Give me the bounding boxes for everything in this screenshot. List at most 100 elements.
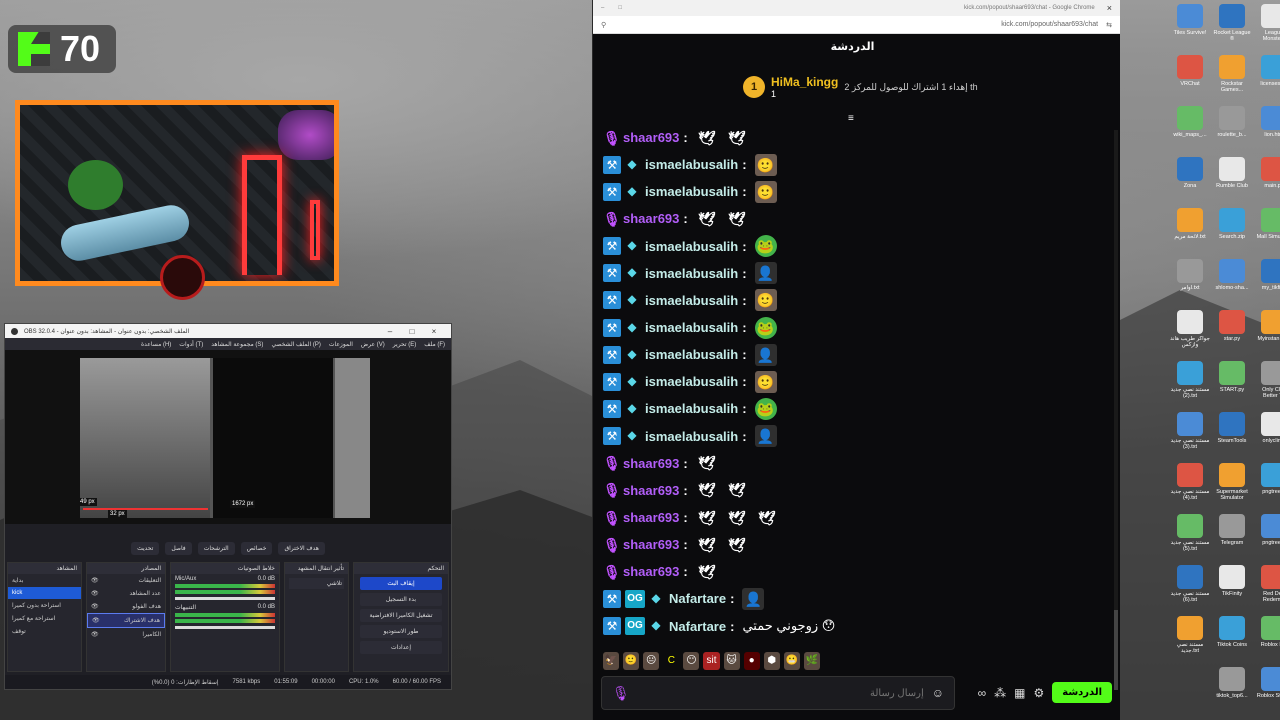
desktop-icon[interactable]: مستند نصي جديد (6).txt: [1170, 565, 1210, 604]
chat-username[interactable]: ismaelabusalih: [645, 157, 738, 172]
gift-icon[interactable]: ▦: [1014, 686, 1025, 700]
settings-button[interactable]: إعدادات: [360, 641, 442, 654]
send-button[interactable]: الدردشة: [1052, 682, 1112, 703]
volume-slider[interactable]: [175, 626, 275, 629]
eye-icon[interactable]: 👁: [91, 631, 99, 638]
emote-icon[interactable]: 🦅: [603, 652, 620, 670]
volume-slider[interactable]: [175, 597, 275, 600]
chat-username[interactable]: ismaelabusalih: [645, 429, 738, 444]
emote-icon[interactable]: ⬢: [763, 652, 780, 670]
source-item[interactable]: 👁 الكاميرا: [87, 628, 165, 641]
emote-icon[interactable]: 🌿: [803, 652, 821, 670]
desktop-icon[interactable]: pngtree-n: [1254, 514, 1280, 546]
goal-button[interactable]: هدف الاختراق: [278, 541, 325, 555]
desktop-icon[interactable]: lion.htm: [1254, 106, 1280, 138]
desktop-icon[interactable]: مستند نصي جديد (4).txt: [1170, 463, 1210, 502]
desktop-icon[interactable]: جواكر طريب هاند وازكس: [1170, 310, 1210, 349]
desktop-icon[interactable]: START.py: [1212, 361, 1252, 393]
emote-face-icon[interactable]: 🙂: [754, 180, 777, 203]
emote-icon[interactable]: 😐: [643, 652, 660, 670]
emote-frog-icon[interactable]: 🐸: [754, 235, 777, 258]
scene-item-selected[interactable]: kick: [8, 587, 81, 599]
emote-icon[interactable]: 😶: [683, 652, 700, 670]
menu-file[interactable]: ملف (F): [424, 341, 445, 348]
chat-composer[interactable]: 🎙 ☺: [601, 676, 955, 710]
desktop-icon[interactable]: Mall Simulator: [1254, 208, 1280, 240]
preview-canvas[interactable]: 49 px 32 px 1672 px: [78, 358, 370, 518]
menu-scene-collection[interactable]: مجموعة المشاهد (S): [211, 341, 263, 348]
chat-input[interactable]: [637, 687, 924, 699]
desktop-icon[interactable]: Rumble Club: [1212, 157, 1252, 189]
scene-item[interactable]: استراحة مع كميرا: [8, 612, 81, 625]
pinned-username[interactable]: HiMa_kingg: [771, 75, 838, 89]
desktop-icon[interactable]: مستند نصي جديد (3).txt: [1170, 412, 1210, 451]
chat-username[interactable]: ismaelabusalih: [645, 401, 738, 416]
separator-button[interactable]: فاصل: [165, 541, 192, 555]
emote-icon[interactable]: ●: [743, 652, 760, 670]
users-icon[interactable]: ⁂: [994, 686, 1006, 700]
emote-duck-icon[interactable]: 🕊: [696, 561, 718, 583]
menu-tools[interactable]: أدوات (T): [179, 341, 203, 348]
desktop-icon[interactable]: pngtree-d: [1254, 463, 1280, 495]
desktop-icon[interactable]: my_tikfinit: [1254, 259, 1280, 291]
chat-username[interactable]: ismaelabusalih: [645, 347, 738, 362]
emote-dark-icon[interactable]: 👤: [754, 262, 777, 285]
emote-duck-icon[interactable]: 🕊: [726, 507, 748, 529]
desktop-icon[interactable]: Myinstan App: [1254, 310, 1280, 342]
emoji-icon[interactable]: ☺: [932, 686, 944, 700]
chrome-titlebar[interactable]: – □ kick.com/popout/shaar693/chat - Goog…: [593, 0, 1120, 16]
minimize-icon[interactable]: –: [379, 327, 401, 336]
chat-username[interactable]: shaar693: [623, 564, 679, 579]
menu-help[interactable]: مساعدة (H): [141, 341, 171, 348]
desktop-icon[interactable]: main.py: [1254, 157, 1280, 189]
chat-username[interactable]: shaar693: [623, 456, 679, 471]
maximize-icon[interactable]: □: [401, 327, 423, 336]
chat-username[interactable]: Nafartare: [669, 619, 726, 634]
gear-icon[interactable]: ⚙: [1033, 686, 1044, 700]
desktop-icon[interactable]: Roblox Pla: [1254, 616, 1280, 648]
desktop-icon[interactable]: Rockstar Games...: [1212, 55, 1252, 94]
emote-duck-icon[interactable]: 🕊: [696, 452, 718, 474]
chat-username[interactable]: shaar693: [623, 537, 679, 552]
desktop-icon[interactable]: مستند نصي جديد (2).txt: [1170, 361, 1210, 400]
desktop-icon[interactable]: لائحة مريم.txt: [1170, 208, 1210, 240]
desktop-icon[interactable]: Rocket League ®: [1212, 4, 1252, 43]
collapse-icon[interactable]: ≡: [848, 113, 862, 124]
emote-duck-icon[interactable]: 🕊: [726, 534, 748, 556]
emote-icon[interactable]: 🐱: [723, 652, 740, 670]
emote-duck-icon[interactable]: 🕊: [696, 208, 718, 230]
menu-edit[interactable]: تحرير (E): [393, 341, 417, 348]
start-recording-button[interactable]: بدء التسجيل: [360, 593, 442, 606]
desktop-icon[interactable]: shlomo-sha...: [1212, 259, 1252, 291]
desktop-icon[interactable]: Roblox Studio: [1254, 667, 1280, 699]
close-icon[interactable]: ×: [1107, 3, 1112, 13]
eye-icon[interactable]: 👁: [91, 590, 99, 597]
chat-username[interactable]: shaar693: [623, 211, 679, 226]
emote-duck-icon[interactable]: 🕊: [696, 534, 718, 556]
emote-duck-icon[interactable]: 🕊: [696, 507, 718, 529]
desktop-icon[interactable]: League Monsters: [1254, 4, 1280, 43]
desktop-icon[interactable]: Red Dea Redempt: [1254, 565, 1280, 604]
desktop-icon[interactable]: اوامر.txt: [1170, 259, 1210, 291]
tune-icon[interactable]: ⇆: [1106, 21, 1112, 29]
desktop-icon[interactable]: tiktok_top6...: [1212, 667, 1252, 699]
chat-username[interactable]: ismaelabusalih: [645, 293, 738, 308]
desktop-icon[interactable]: roulette_b...: [1212, 106, 1252, 138]
desktop-icon[interactable]: Only Clim Better To: [1254, 361, 1280, 400]
emote-icon[interactable]: sit: [703, 652, 720, 670]
emote-dark-icon[interactable]: 👤: [754, 343, 777, 366]
desktop-icon[interactable]: licenses.py: [1254, 55, 1280, 87]
emote-duck-icon[interactable]: 🕊: [726, 208, 748, 230]
chat-username[interactable]: ismaelabusalih: [645, 266, 738, 281]
desktop-icon[interactable]: wiki_maps_...: [1170, 106, 1210, 138]
desktop-icon[interactable]: onlyclimb: [1254, 412, 1280, 444]
emote-frog-icon[interactable]: 🐸: [754, 397, 777, 420]
obs-titlebar[interactable]: OBS 32.0.4 - الملف الشخصي: بدون عنوان - …: [5, 324, 451, 338]
menu-view[interactable]: عرض (V): [361, 341, 385, 348]
emote-duck-icon[interactable]: 🕊: [696, 127, 718, 149]
desktop-icon[interactable]: TikFinity: [1212, 565, 1252, 597]
emote-icon[interactable]: C: [663, 652, 679, 670]
source-item-selected[interactable]: 👁 هدف الاشتراك: [87, 613, 165, 628]
emote-icon[interactable]: 🙂: [623, 652, 640, 670]
chat-username[interactable]: ismaelabusalih: [645, 184, 738, 199]
